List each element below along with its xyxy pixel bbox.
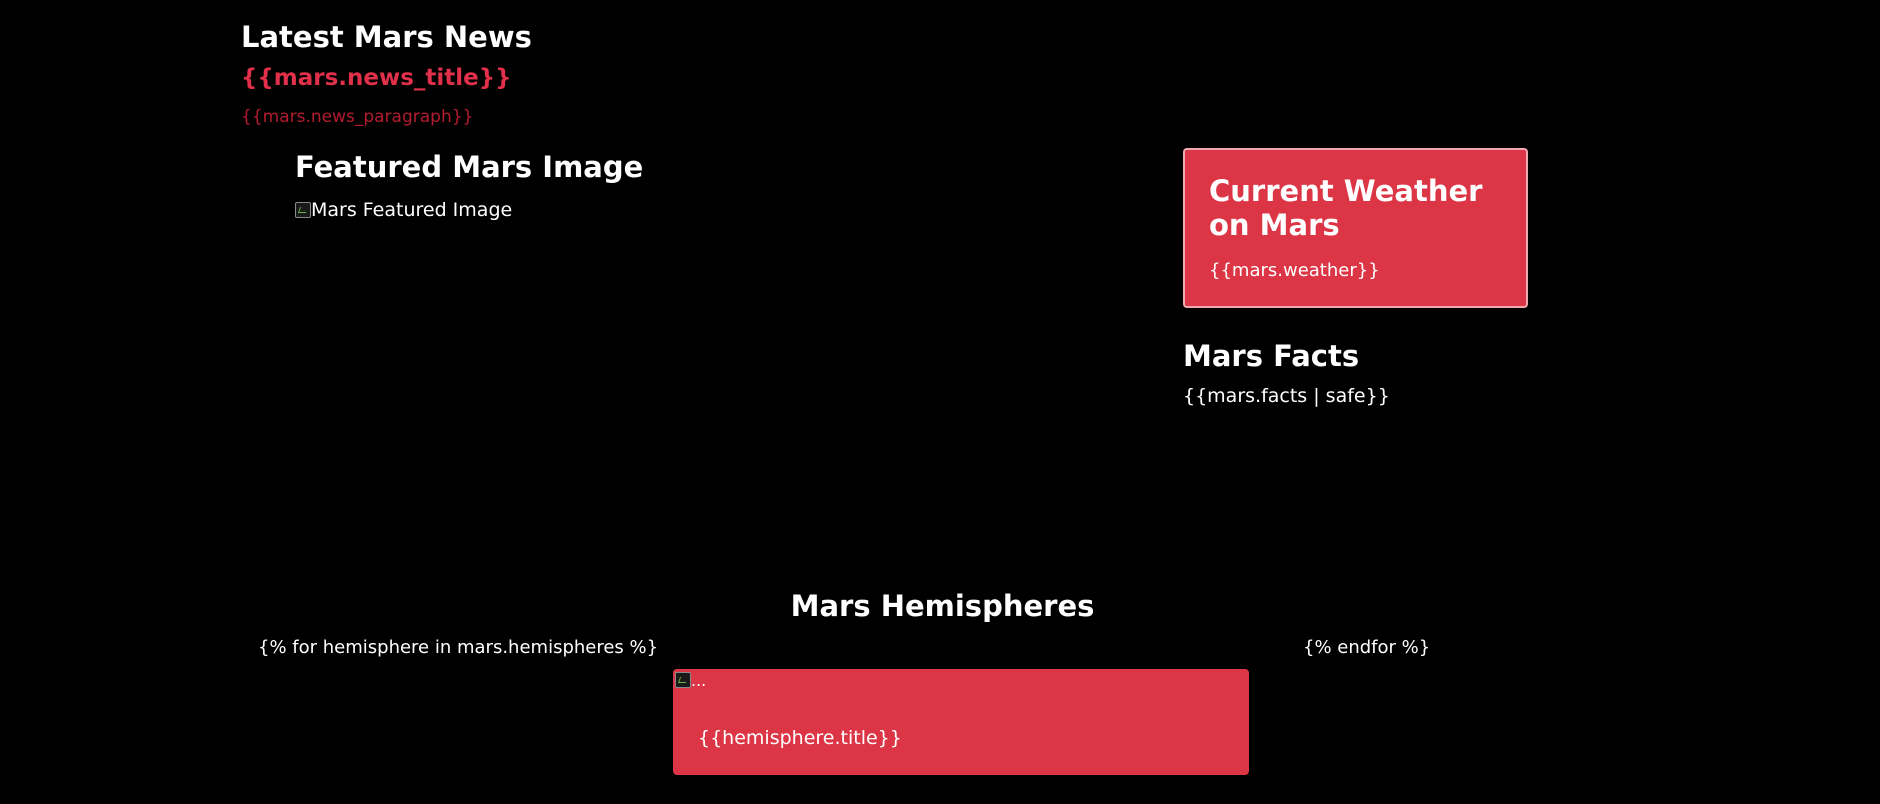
template-loop-end: {% endfor %} [1303, 637, 1431, 658]
news-paragraph: {{mars.news_paragraph}} [241, 107, 474, 127]
template-loop-start: {% for hemisphere in mars.hemispheres %} [258, 637, 659, 658]
hemisphere-title: {{hemisphere.title}} [698, 727, 902, 749]
news-heading: Latest Mars News [241, 20, 532, 54]
broken-image-icon [295, 202, 311, 218]
featured-image-alt: Mars Featured Image [311, 199, 513, 221]
weather-title: Current Weather on Mars [1209, 174, 1483, 242]
weather-card: Current Weather on Mars {{mars.weather}} [1183, 148, 1528, 308]
broken-image-icon [675, 672, 691, 688]
hemisphere-image-alt: ... [691, 671, 707, 690]
hemispheres-heading: Mars Hemispheres [790, 589, 1095, 623]
hemisphere-card[interactable]: ... {{hemisphere.title}} [673, 669, 1249, 775]
featured-image-heading: Featured Mars Image [295, 150, 644, 184]
page: Latest Mars News {{mars.news_title}} {{m… [0, 0, 1880, 804]
news-title[interactable]: {{mars.news_title}} [241, 62, 512, 94]
weather-value: {{mars.weather}} [1209, 260, 1380, 281]
facts-heading: Mars Facts [1183, 339, 1360, 373]
facts-table: {{mars.facts | safe}} [1183, 385, 1390, 407]
hemisphere-image[interactable]: ... [675, 671, 706, 691]
featured-image[interactable]: Mars Featured Image [295, 197, 855, 537]
